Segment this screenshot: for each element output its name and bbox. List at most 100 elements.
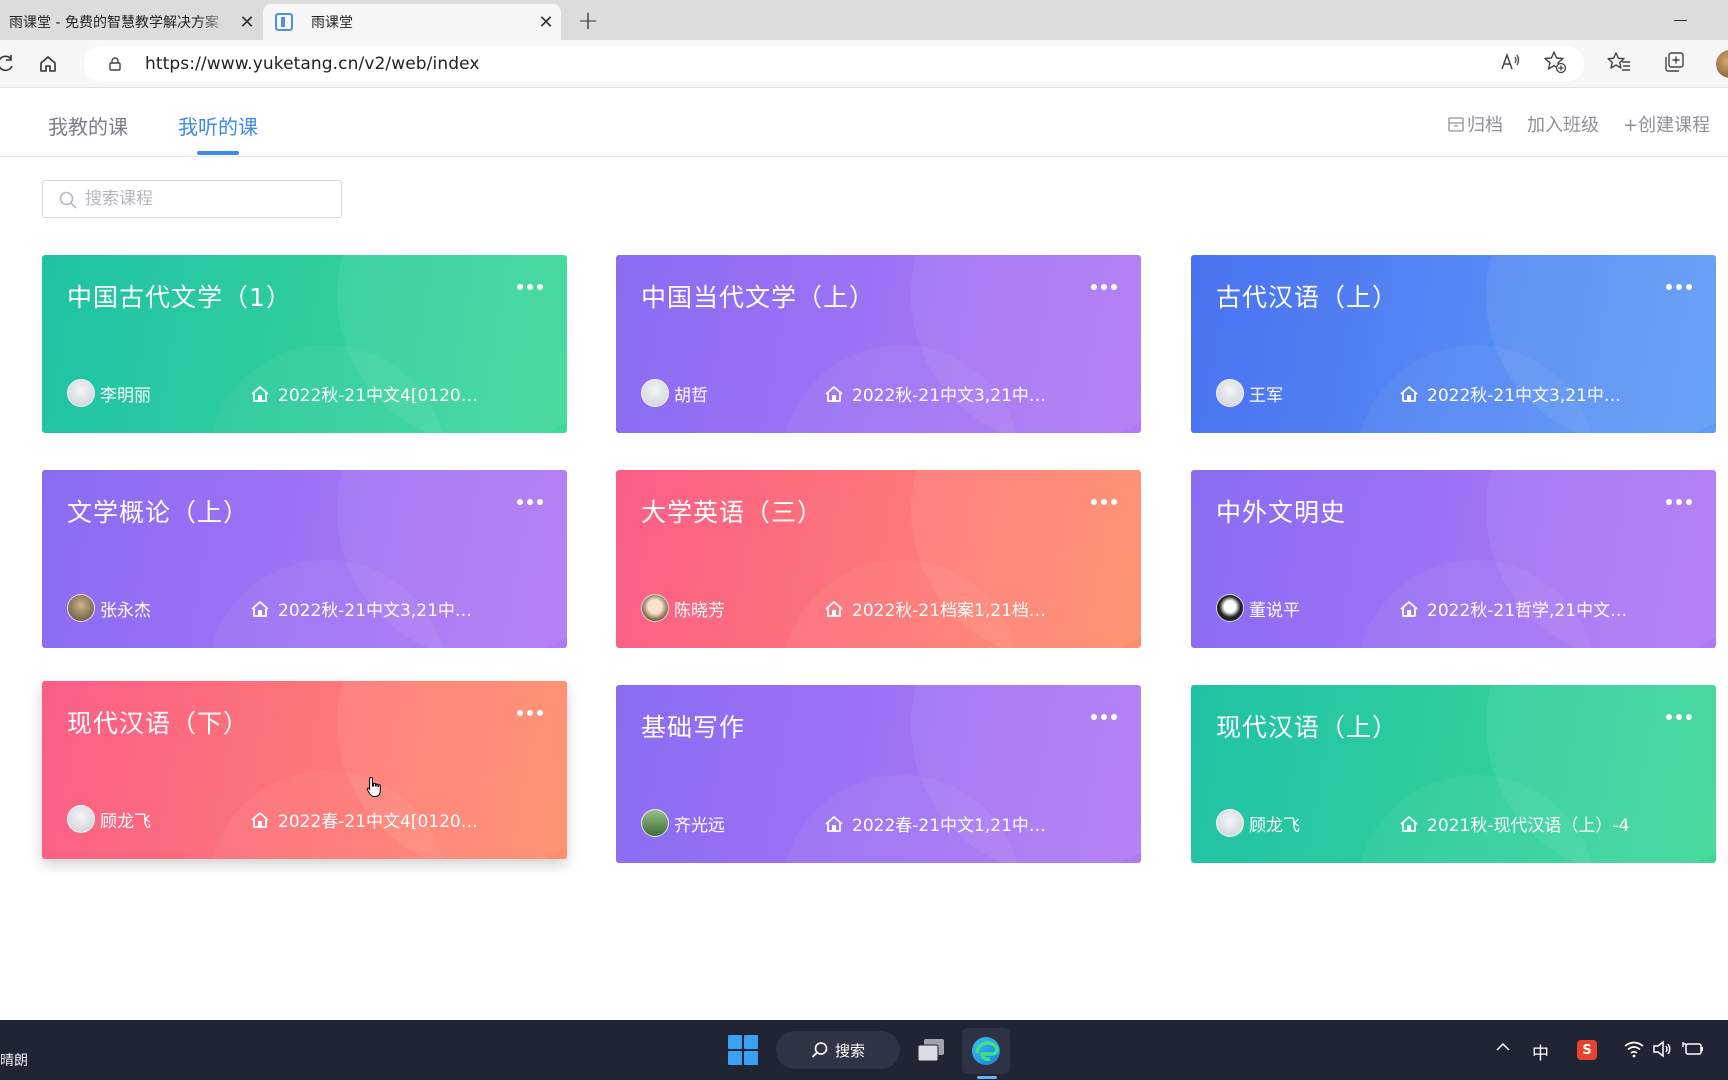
course-card[interactable]: 基础写作 齐光远 2022春-21中文1,21中文…: [616, 685, 1141, 863]
course-class: 2022春-21中文1,21中文…: [824, 811, 1062, 836]
course-class: 2022秋-21中文3,21中文…: [1399, 381, 1637, 406]
browser-tab-bar: 雨课堂 - 免费的智慧教学解决方案 ✕ 雨课堂 ✕ +: [0, 0, 1728, 40]
wifi-icon[interactable]: [1624, 1040, 1644, 1062]
favorites-icon[interactable]: [1607, 50, 1631, 74]
ime-mode[interactable]: 中: [1532, 1039, 1549, 1064]
more-dots-icon[interactable]: [1659, 490, 1699, 514]
page-header: 我教的课 我听的课 归档 加入班级 +创建课程: [0, 89, 1728, 157]
close-icon[interactable]: ✕: [531, 12, 561, 33]
course-title: 中国当代文学（上）: [641, 283, 876, 312]
course-teacher: 顾龙飞: [1216, 809, 1300, 837]
teacher-name: 齐光远: [674, 815, 725, 836]
more-dots-icon[interactable]: [510, 490, 550, 514]
course-card[interactable]: 现代汉语（上） 顾龙飞 2021秋-现代汉语（上）-4: [1191, 685, 1716, 863]
tab-enrolled-courses[interactable]: 我听的课: [178, 111, 258, 140]
close-icon[interactable]: ✕: [232, 12, 262, 33]
battery-icon[interactable]: [1682, 1040, 1704, 1062]
home-class-icon: [1400, 385, 1418, 402]
more-dots-icon[interactable]: [510, 701, 550, 725]
os-taskbar: 晴朗 搜索 中 S: [0, 1020, 1728, 1080]
avatar: [67, 594, 95, 622]
course-title: 中国古代文学（1）: [67, 283, 292, 312]
home-class-icon: [251, 385, 269, 402]
taskbar-search-button[interactable]: 搜索: [776, 1031, 900, 1069]
course-title: 文学概论（上）: [67, 498, 250, 527]
course-class: 2021秋-现代汉语（上）-4: [1399, 811, 1629, 836]
active-app-indicator: [977, 1076, 997, 1079]
new-tab-plus-icon[interactable]: +: [570, 4, 606, 38]
archive-icon: [1448, 117, 1464, 132]
browser-tab-2-active[interactable]: 雨课堂 ✕: [263, 4, 561, 40]
more-dots-icon[interactable]: [1084, 275, 1124, 299]
read-aloud-icon[interactable]: [1498, 50, 1522, 74]
course-search-box: [42, 180, 342, 218]
active-tab-indicator: [197, 151, 239, 155]
home-class-icon: [1400, 815, 1418, 832]
create-course-button[interactable]: +创建课程: [1623, 111, 1710, 137]
join-class-button[interactable]: 加入班级: [1527, 111, 1599, 137]
more-dots-icon[interactable]: [1659, 275, 1699, 299]
avatar: [67, 805, 95, 833]
course-teacher: 胡哲: [641, 379, 708, 407]
edge-browser-icon[interactable]: [962, 1028, 1010, 1074]
search-input[interactable]: [85, 186, 325, 212]
course-card[interactable]: 中国古代文学（1） 李明丽 2022秋-21中文4[012003…: [42, 255, 567, 433]
volume-icon[interactable]: [1652, 1040, 1672, 1062]
task-view-icon[interactable]: [916, 1036, 946, 1064]
url-text[interactable]: https://www.yuketang.cn/v2/web/index: [145, 54, 480, 74]
avatar: [641, 379, 669, 407]
class-name: 2022秋-21哲学,21中文1,…: [1427, 601, 1637, 621]
teacher-name: 胡哲: [674, 385, 708, 406]
teacher-name: 顾龙飞: [100, 811, 151, 832]
teacher-name: 顾龙飞: [1249, 815, 1300, 836]
tab-title: 雨课堂 - 免费的智慧教学解决方案: [9, 15, 219, 31]
teacher-name: 李明丽: [100, 385, 151, 406]
chevron-up-icon[interactable]: [1494, 1038, 1512, 1060]
home-class-icon: [825, 385, 843, 402]
teacher-name: 张永杰: [100, 600, 151, 621]
tab-teaching-courses[interactable]: 我教的课: [48, 111, 128, 140]
course-card-hovered[interactable]: 现代汉语（下） 顾龙飞 2022春-21中文4[012023…: [42, 681, 567, 859]
class-name: 2022秋-21中文3,21中文…: [1427, 386, 1637, 406]
lock-icon: [109, 57, 121, 71]
windows-start-icon[interactable]: [728, 1035, 758, 1065]
teacher-name: 董说平: [1249, 600, 1300, 621]
course-card[interactable]: 中外文明史 董说平 2022秋-21哲学,21中文1,…: [1191, 470, 1716, 648]
sogou-ime-icon[interactable]: S: [1577, 1040, 1597, 1060]
archive-label: 归档: [1467, 115, 1503, 136]
course-teacher: 顾龙飞: [67, 805, 151, 833]
course-title: 古代汉语（上）: [1216, 283, 1399, 312]
browser-tab-1[interactable]: 雨课堂 - 免费的智慧教学解决方案 ✕: [0, 4, 262, 40]
archive-button[interactable]: 归档: [1447, 111, 1503, 137]
avatar: [641, 809, 669, 837]
more-dots-icon[interactable]: [1659, 705, 1699, 729]
star-add-icon[interactable]: [1543, 50, 1567, 74]
more-dots-icon[interactable]: [1084, 705, 1124, 729]
taskbar-search-label: 搜索: [834, 1041, 865, 1060]
home-icon[interactable]: [34, 50, 62, 78]
url-box[interactable]: https://www.yuketang.cn/v2/web/index: [84, 46, 1584, 82]
course-card[interactable]: 大学英语（三） 陈晓芳 2022秋-21档案1,21档案…: [616, 470, 1141, 648]
weather-text[interactable]: 晴朗: [0, 1050, 28, 1070]
collections-icon[interactable]: [1662, 50, 1686, 74]
class-name: 2022秋-21中文4[012003…: [278, 386, 488, 406]
refresh-icon[interactable]: [0, 50, 20, 78]
avatar: [1216, 379, 1244, 407]
home-class-icon: [825, 600, 843, 617]
yuketang-favicon-icon: [275, 13, 293, 31]
more-dots-icon[interactable]: [510, 275, 550, 299]
course-card[interactable]: 古代汉语（上） 王军 2022秋-21中文3,21中文…: [1191, 255, 1716, 433]
window-minimize-icon[interactable]: [1660, 8, 1700, 32]
course-teacher: 齐光远: [641, 809, 725, 837]
avatar: [1216, 809, 1244, 837]
profile-avatar[interactable]: [1716, 50, 1728, 78]
class-name: 2022秋-21中文3,21中文…: [278, 601, 488, 621]
course-title: 现代汉语（上）: [1216, 713, 1399, 742]
class-name: 2022春-21中文1,21中文…: [852, 816, 1062, 836]
course-card[interactable]: 文学概论（上） 张永杰 2022秋-21中文3,21中文…: [42, 470, 567, 648]
search-icon: [59, 191, 77, 209]
course-card[interactable]: 中国当代文学（上） 胡哲 2022秋-21中文3,21中文…: [616, 255, 1141, 433]
more-dots-icon[interactable]: [1084, 490, 1124, 514]
course-title: 中外文明史: [1216, 498, 1347, 527]
course-class: 2022秋-21中文3,21中文…: [824, 381, 1062, 406]
